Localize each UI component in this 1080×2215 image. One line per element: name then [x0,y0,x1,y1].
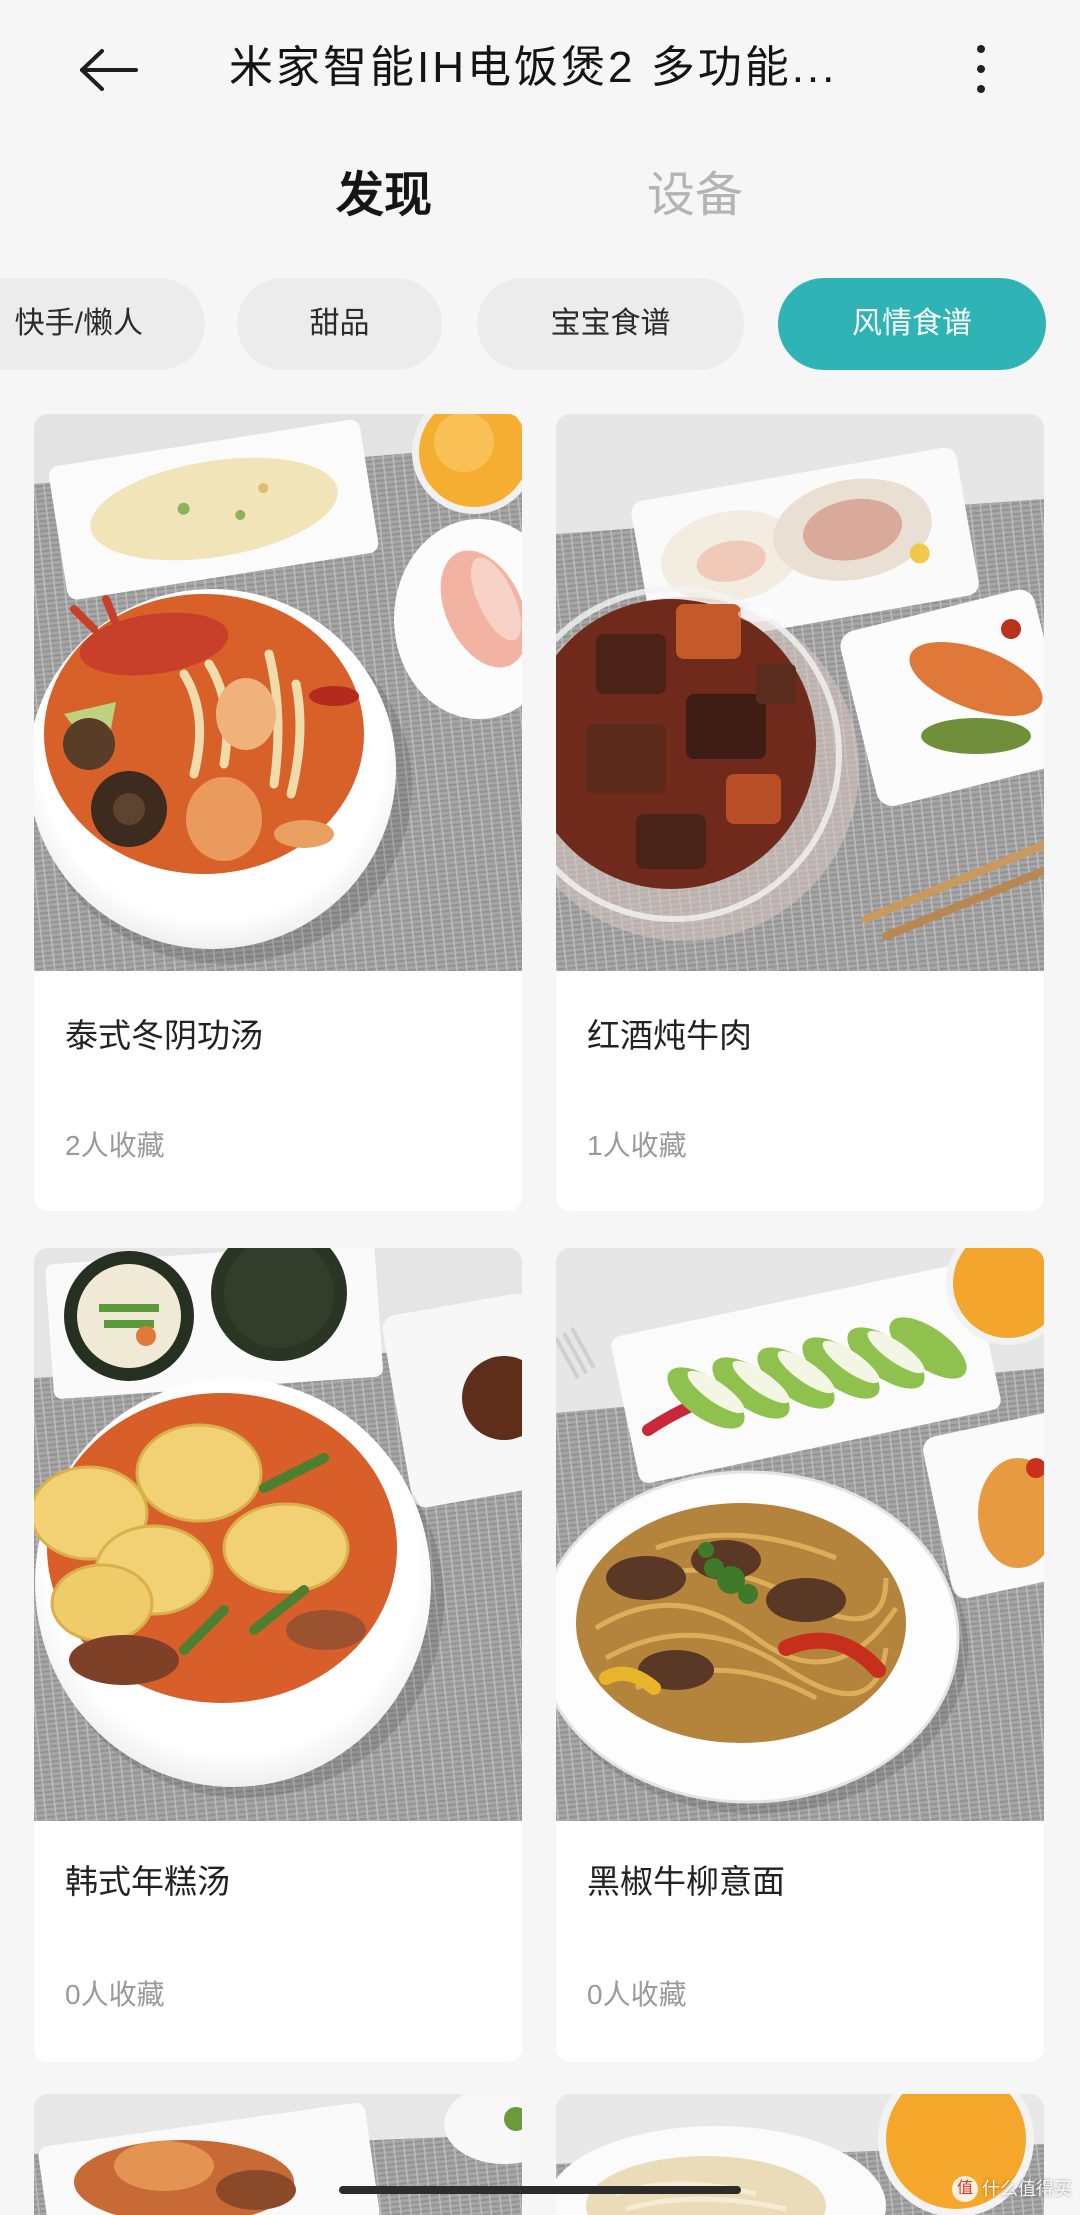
more-options-button[interactable] [966,42,996,96]
recipe-photo [34,2094,522,2215]
recipe-card[interactable]: 泰式冬阴功汤 2人收藏 [34,414,522,1211]
recipe-photo [34,414,522,971]
recipe-card[interactable]: 红酒炖牛肉 1人收藏 [556,414,1044,1211]
recipe-title: 韩式年糕汤 [65,1863,230,1900]
recipe-discover-page: 米家智能IH电饭煲2 多功能... 发现 设备 快手/懒人 甜品 宝宝食谱 风情… [0,0,1080,2215]
recipe-title: 黑椒牛柳意面 [587,1863,785,1900]
recipe-card[interactable] [34,2094,522,2215]
recipe-card[interactable]: 黑椒牛柳意面 0人收藏 [556,1248,1044,2062]
category-chip-exotic[interactable]: 风情食谱 [778,278,1046,370]
page-title: 米家智能IH电饭煲2 多功能... [229,43,838,92]
favorite-count: 2人收藏 [65,1130,165,1161]
recipe-card[interactable]: 韩式年糕汤 0人收藏 [34,1248,522,2062]
category-chip-baby-food[interactable]: 宝宝食谱 [477,278,744,370]
home-indicator[interactable] [339,2186,741,2194]
tab-discover[interactable]: 发现 [324,166,444,226]
category-chip-dessert[interactable]: 甜品 [237,278,442,370]
tab-devices[interactable]: 设备 [635,166,755,226]
favorite-count: 1人收藏 [587,1130,687,1161]
recipe-photo [556,414,1044,971]
watermark-logo: 值 [952,2176,978,2202]
recipe-photo [34,1248,522,1821]
arrow-left-icon [80,49,138,91]
favorite-count: 0人收藏 [587,1979,687,2010]
recipe-photo [556,1248,1044,1821]
watermark-text: 什么值得买 [982,2179,1072,2199]
recipe-title: 泰式冬阴功汤 [65,1017,263,1054]
recipe-title: 红酒炖牛肉 [587,1017,752,1054]
category-chip-quick[interactable]: 快手/懒人 [0,278,205,370]
back-button[interactable] [78,48,140,92]
favorite-count: 0人收藏 [65,1979,165,2010]
